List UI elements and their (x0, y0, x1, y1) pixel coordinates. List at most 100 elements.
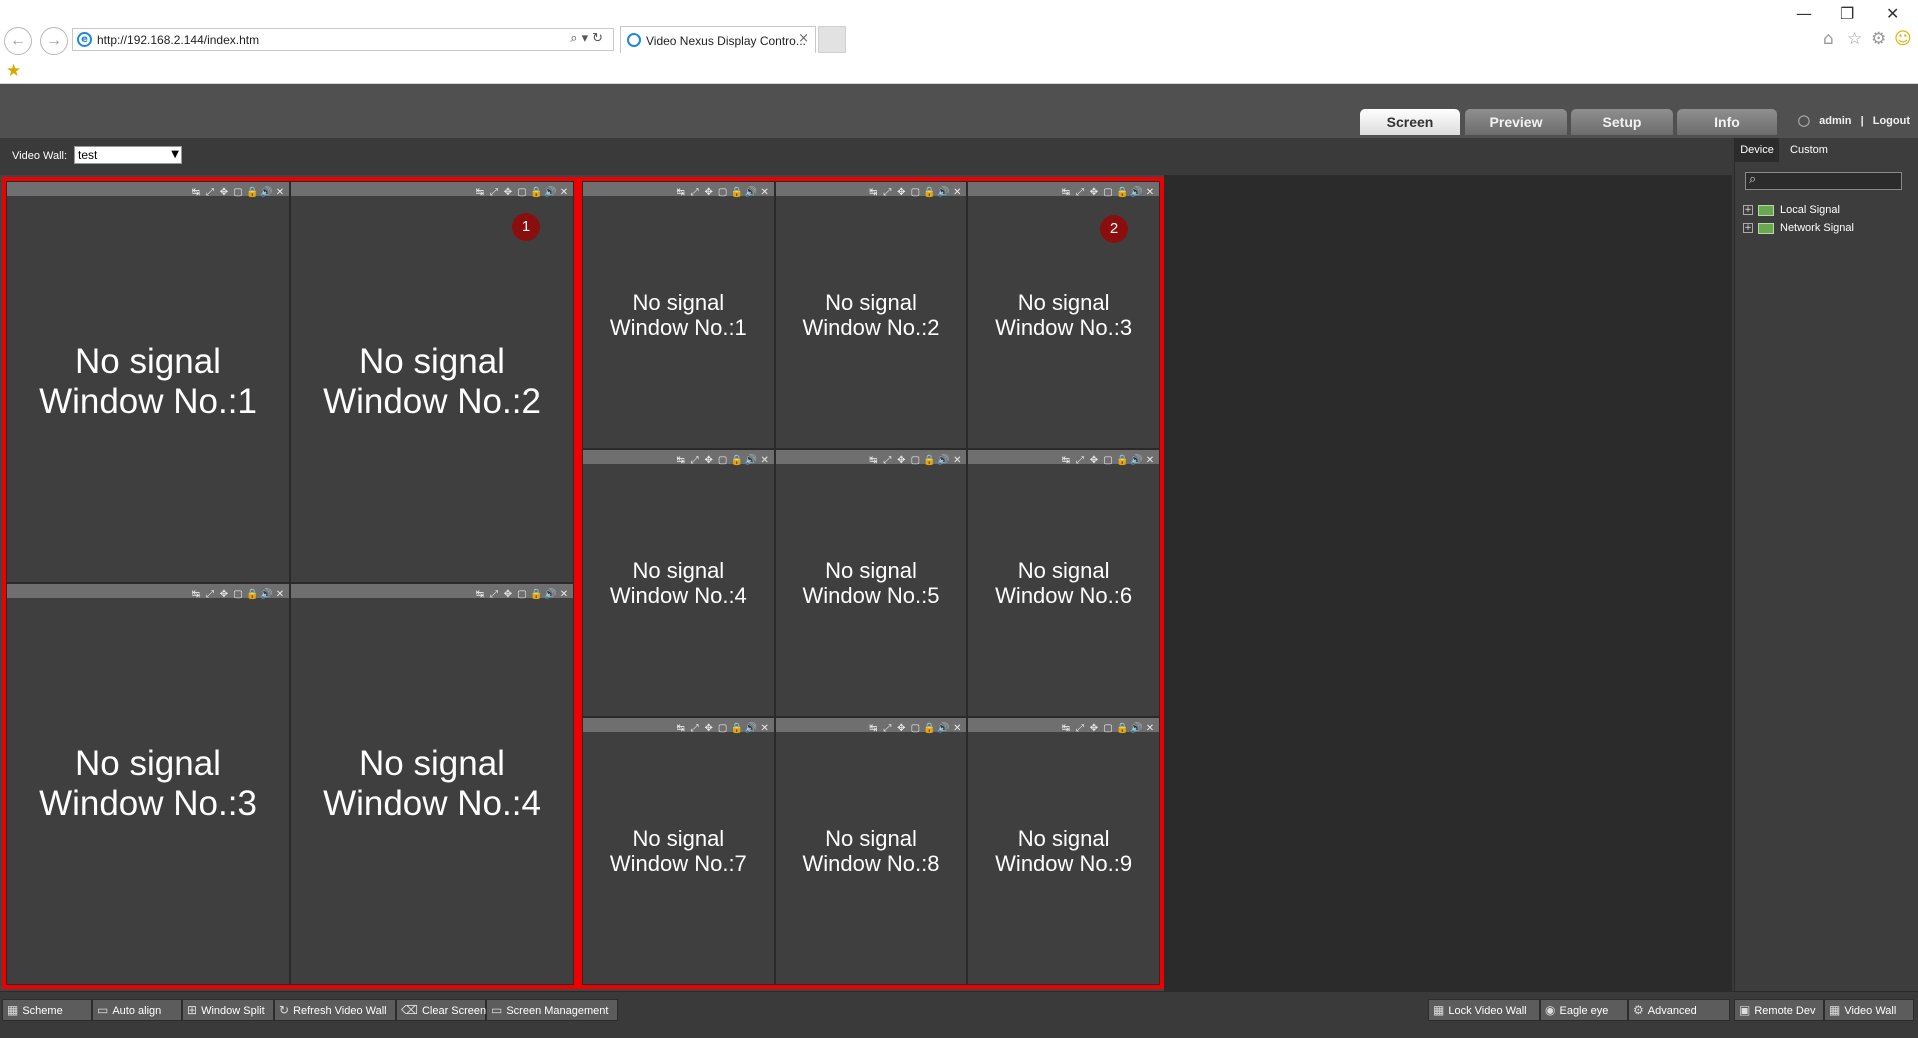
swap-icon[interactable]: ↹ (675, 723, 687, 735)
move-icon[interactable]: ✥ (895, 723, 907, 735)
lock-icon[interactable]: 🔒 (923, 187, 935, 199)
move-icon[interactable]: ✥ (502, 589, 514, 601)
maximize-icon[interactable]: ⤢ (1074, 455, 1086, 467)
close-icon[interactable]: ✕ (951, 723, 963, 735)
move-icon[interactable]: ✥ (703, 723, 715, 735)
logout-link[interactable]: Logout (1873, 115, 1910, 127)
maximize-icon[interactable]: ⤢ (204, 187, 216, 199)
audio-icon[interactable]: 🔊 (745, 723, 757, 735)
close-icon[interactable]: ✕ (558, 589, 570, 601)
feedback-smiley-icon[interactable]: ☺ (1894, 29, 1912, 49)
audio-icon[interactable]: 🔊 (745, 455, 757, 467)
lock-icon[interactable]: 🔒 (731, 187, 743, 199)
screen-management-button[interactable]: ▭ Screen Management (486, 999, 618, 1021)
video-window[interactable]: ↹ ⤢ ✥ ▢ 🔒 🔊 ✕ No signal Window No.:1 (6, 181, 290, 583)
audio-icon[interactable]: 🔊 (937, 187, 949, 199)
maximize-icon[interactable]: ⤢ (488, 589, 500, 601)
address-url[interactable]: http://192.168.2.144/index.htm (97, 33, 259, 47)
video-window[interactable]: ↹ ⤢ ✥ ▢ 🔒 🔊 ✕ No signal Window No.:5 (774, 449, 968, 717)
video-window[interactable]: ↹ ⤢ ✥ ▢ 🔒 🔊 ✕ No signal Window No.:7 (582, 717, 775, 985)
lock-icon[interactable]: 🔒 (731, 455, 743, 467)
maximize-icon[interactable]: ⤢ (689, 723, 701, 735)
audio-icon[interactable]: 🔊 (1130, 455, 1142, 467)
lock-icon[interactable]: 🔒 (731, 723, 743, 735)
fullscreen-icon[interactable]: ▢ (1102, 187, 1114, 199)
swap-icon[interactable]: ↹ (867, 455, 879, 467)
fullscreen-icon[interactable]: ▢ (1102, 455, 1114, 467)
move-icon[interactable]: ✥ (1088, 187, 1100, 199)
settings-gear-icon[interactable]: ⚙ (1871, 29, 1886, 49)
close-icon[interactable]: ✕ (1144, 187, 1156, 199)
scheme-button[interactable]: ▦ Scheme (2, 999, 92, 1021)
tab-custom[interactable]: Custom (1781, 138, 1837, 162)
tree-item-network-signal[interactable]: + Network Signal (1743, 220, 1854, 236)
close-icon[interactable]: ✕ (759, 187, 771, 199)
swap-icon[interactable]: ↹ (675, 187, 687, 199)
tab-preview[interactable]: Preview (1465, 109, 1567, 135)
video-window[interactable]: ↹ ⤢ ✥ ▢ 🔒 🔊 ✕ No signal Window No.:3 (967, 181, 1160, 449)
lock-icon[interactable]: 🔒 (530, 589, 542, 601)
maximize-icon[interactable]: ⤢ (689, 455, 701, 467)
maximize-icon[interactable]: ⤢ (881, 187, 893, 199)
maximize-icon[interactable]: ⤢ (204, 589, 216, 601)
video-window[interactable]: ↹ ⤢ ✥ ▢ 🔒 🔊 ✕ No signal Window No.:6 (967, 449, 1160, 717)
swap-icon[interactable]: ↹ (675, 455, 687, 467)
remote-dev-button[interactable]: ▣ Remote Dev (1734, 999, 1824, 1021)
swap-icon[interactable]: ↹ (474, 187, 486, 199)
fullscreen-icon[interactable]: ▢ (909, 187, 921, 199)
close-icon[interactable]: ✕ (274, 589, 286, 601)
move-icon[interactable]: ✥ (218, 187, 230, 199)
swap-icon[interactable]: ↹ (867, 187, 879, 199)
expand-icon[interactable]: + (1743, 223, 1753, 234)
video-window[interactable]: ↹ ⤢ ✥ ▢ 🔒 🔊 ✕ No signal Window No.:8 (774, 717, 968, 985)
lock-icon[interactable]: 🔒 (530, 187, 542, 199)
lock-icon[interactable]: 🔒 (923, 455, 935, 467)
video-wall-select[interactable]: test ▼ (74, 146, 182, 164)
move-icon[interactable]: ✥ (895, 187, 907, 199)
fullscreen-icon[interactable]: ▢ (232, 589, 244, 601)
swap-icon[interactable]: ↹ (190, 589, 202, 601)
maximize-icon[interactable]: ⤢ (881, 723, 893, 735)
favorites-icon[interactable]: ☆ (1847, 29, 1862, 49)
screen-2[interactable]: ↹ ⤢ ✥ ▢ 🔒 🔊 ✕ No signal Window No.:1 ↹ ⤢ ✥ ▢ 🔒 🔊 ✕ No si… (578, 177, 1164, 989)
fullscreen-icon[interactable]: ▢ (909, 455, 921, 467)
minimize-icon[interactable]: — (1796, 4, 1812, 23)
tab-screen[interactable]: Screen (1360, 109, 1460, 135)
move-icon[interactable]: ✥ (218, 589, 230, 601)
back-button[interactable]: ← (4, 27, 32, 55)
lock-icon[interactable]: 🔒 (1116, 455, 1128, 467)
audio-icon[interactable]: 🔊 (745, 187, 757, 199)
audio-icon[interactable]: 🔊 (260, 589, 272, 601)
new-tab-button[interactable] (818, 26, 846, 53)
close-icon[interactable]: ✕ (1144, 455, 1156, 467)
close-icon[interactable]: ✕ (274, 187, 286, 199)
fullscreen-icon[interactable]: ▢ (516, 187, 528, 199)
lock-icon[interactable]: 🔒 (246, 589, 258, 601)
video-window[interactable]: ↹ ⤢ ✥ ▢ 🔒 🔊 ✕ No signal Window No.:4 (582, 449, 775, 717)
lock-video-wall-button[interactable]: ▦ Lock Video Wall (1428, 999, 1540, 1021)
maximize-icon[interactable]: ⤢ (881, 455, 893, 467)
video-window[interactable]: ↹ ⤢ ✥ ▢ 🔒 🔊 ✕ No signal Window No.:1 (582, 181, 775, 449)
audio-icon[interactable]: 🔊 (544, 589, 556, 601)
swap-icon[interactable]: ↹ (1060, 187, 1072, 199)
tab-setup[interactable]: Setup (1571, 109, 1673, 135)
lock-icon[interactable]: 🔒 (246, 187, 258, 199)
video-window[interactable]: ↹ ⤢ ✥ ▢ 🔒 🔊 ✕ No signal Window No.:4 (290, 583, 574, 985)
audio-icon[interactable]: 🔊 (937, 455, 949, 467)
audio-icon[interactable]: 🔊 (1130, 187, 1142, 199)
expand-icon[interactable]: + (1743, 205, 1753, 216)
address-bar-tools[interactable]: ⌕▾↻ (570, 31, 607, 46)
swap-icon[interactable]: ↹ (190, 187, 202, 199)
forward-button[interactable]: → (40, 27, 68, 55)
close-icon[interactable]: ✕ (951, 187, 963, 199)
close-icon[interactable]: ✕ (759, 455, 771, 467)
audio-icon[interactable]: 🔊 (1130, 723, 1142, 735)
swap-icon[interactable]: ↹ (1060, 455, 1072, 467)
move-icon[interactable]: ✥ (703, 187, 715, 199)
tab-info[interactable]: Info (1677, 109, 1777, 135)
restore-icon[interactable]: ❐ (1840, 4, 1854, 23)
maximize-icon[interactable]: ⤢ (488, 187, 500, 199)
move-icon[interactable]: ✥ (703, 455, 715, 467)
swap-icon[interactable]: ↹ (867, 723, 879, 735)
swap-icon[interactable]: ↹ (1060, 723, 1072, 735)
